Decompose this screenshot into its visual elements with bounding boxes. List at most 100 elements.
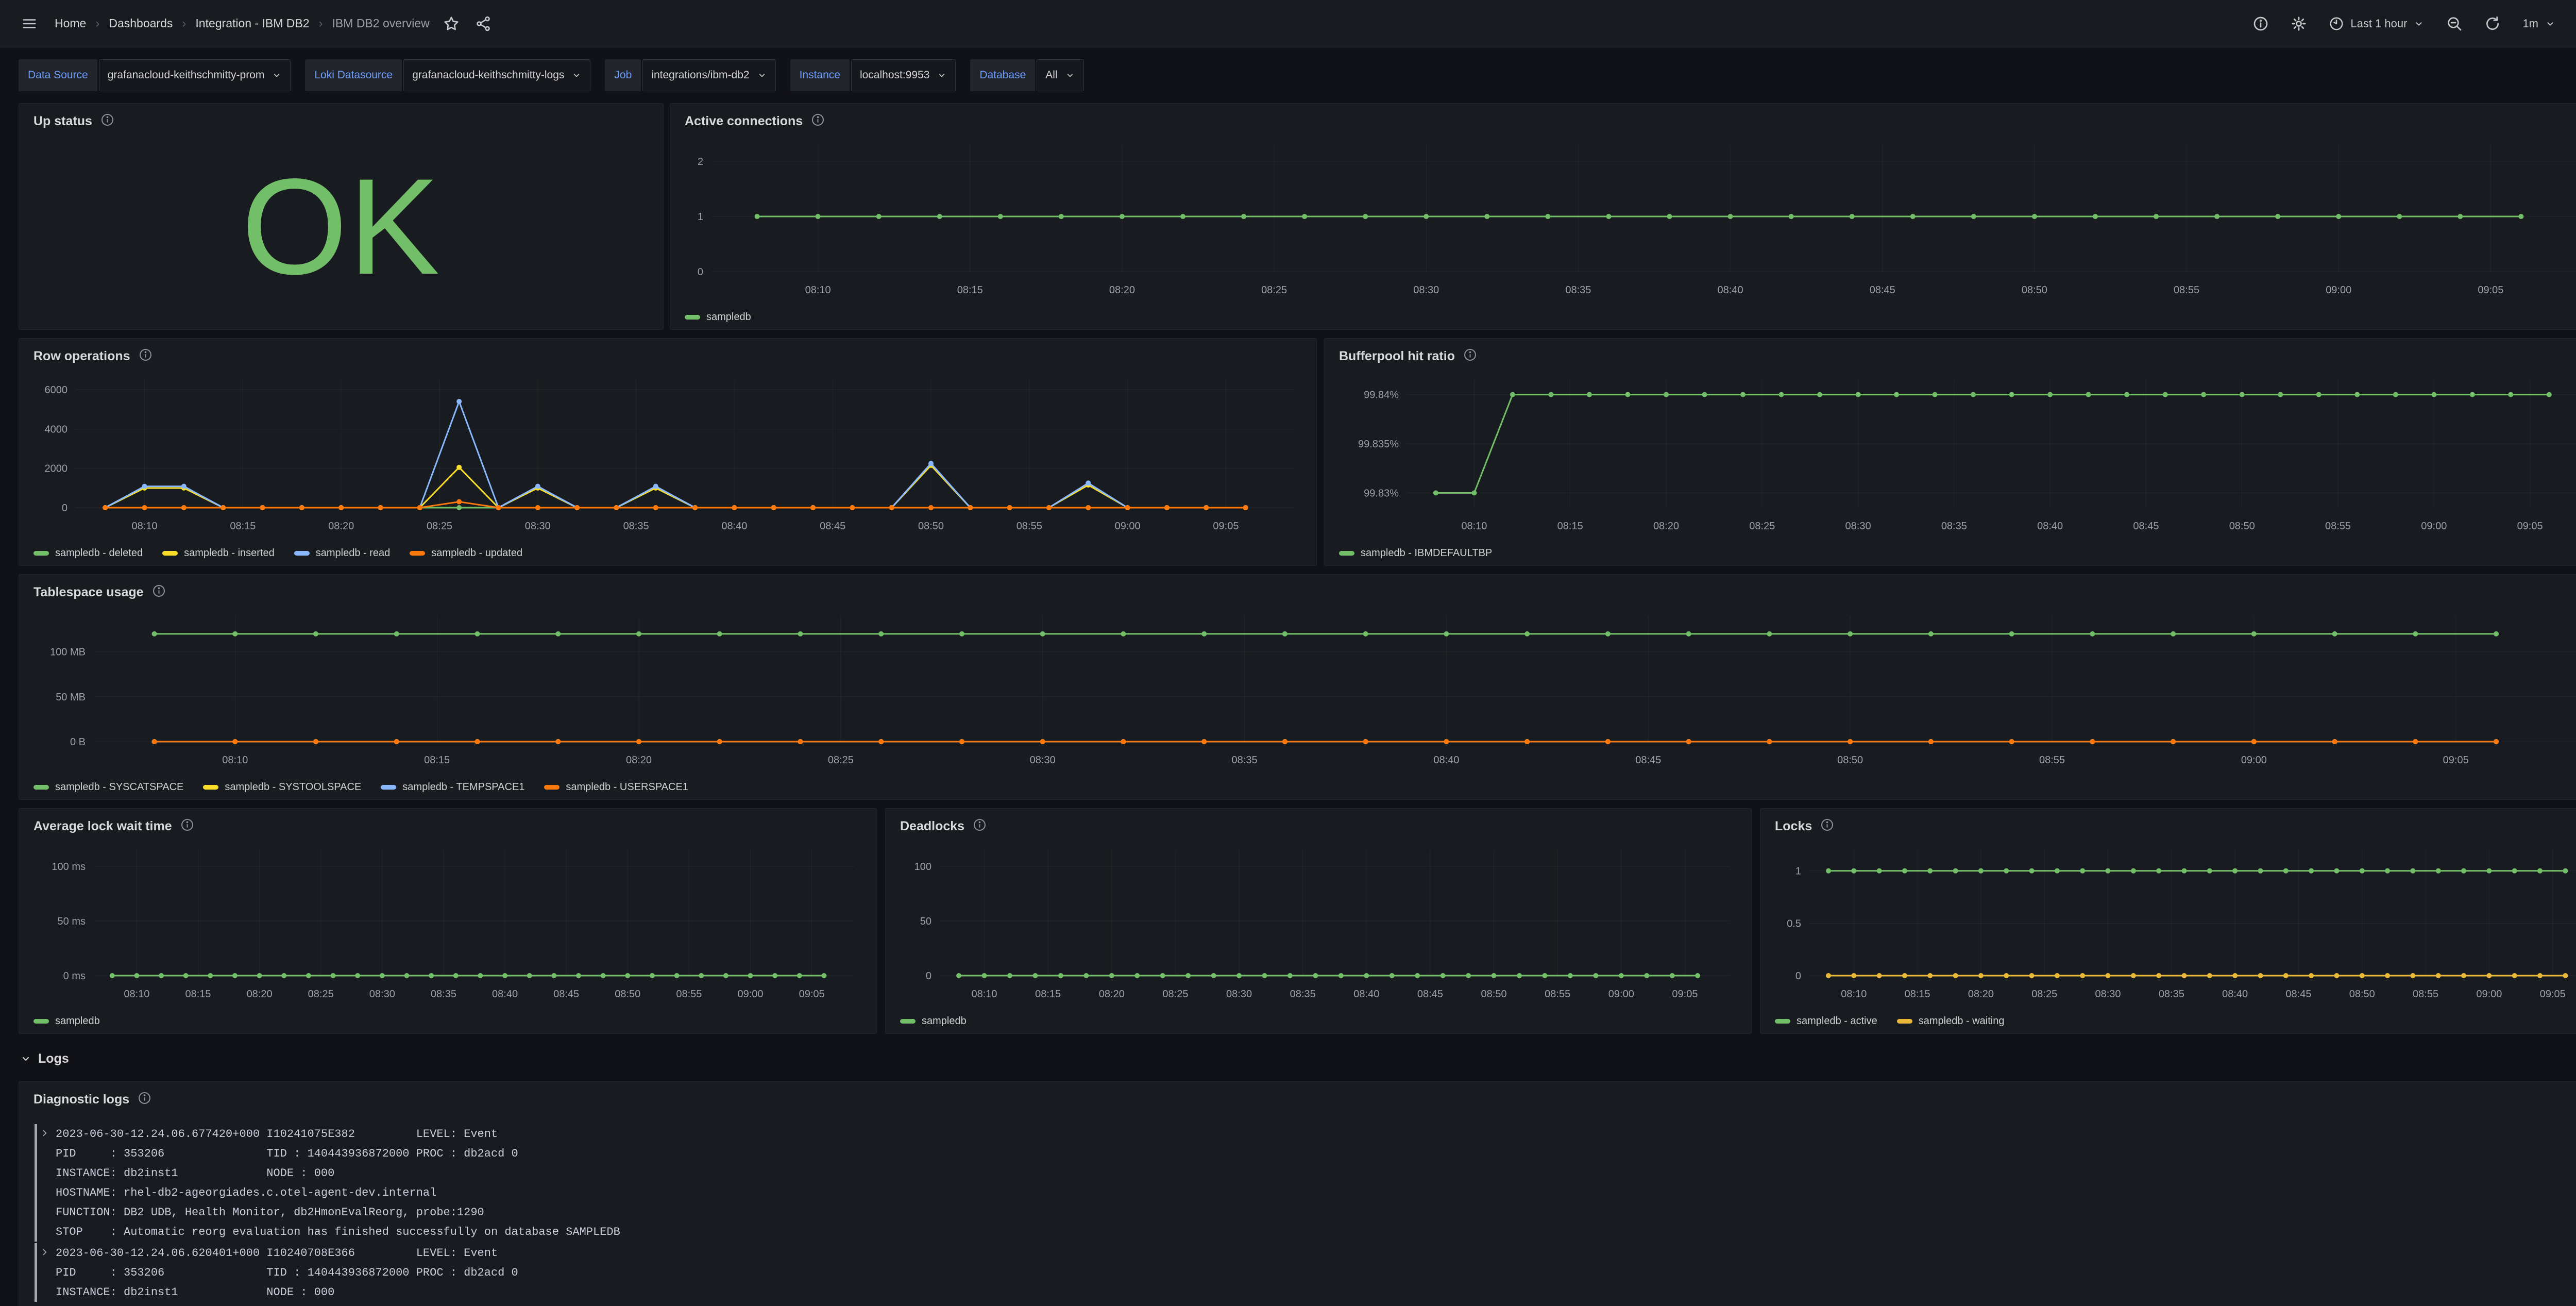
refresh-interval-dropdown[interactable]: 1m <box>2522 17 2556 30</box>
legend-color-pill <box>381 785 396 790</box>
svg-text:08:55: 08:55 <box>2413 989 2438 1000</box>
log-line[interactable]: 2023-06-30-12.24.06.620401+000 I10240708… <box>37 1243 2576 1263</box>
svg-text:08:20: 08:20 <box>1099 989 1125 1000</box>
info-icon[interactable] <box>138 1091 151 1108</box>
data-source-label[interactable]: Data Source <box>19 59 97 91</box>
svg-text:08:25: 08:25 <box>828 755 854 766</box>
loki-datasource-label[interactable]: Loki Datasource <box>305 59 402 91</box>
info-circle-icon[interactable] <box>2252 15 2269 32</box>
zoom-out-icon[interactable] <box>2446 15 2463 32</box>
info-icon[interactable] <box>152 584 166 600</box>
svg-text:99.835%: 99.835% <box>1358 439 1399 450</box>
svg-text:09:00: 09:00 <box>2326 284 2351 296</box>
panel-title[interactable]: Bufferpool hit ratio <box>1339 349 1455 364</box>
refresh-icon[interactable] <box>2484 15 2501 32</box>
legend-item[interactable]: sampledb - deleted <box>33 547 143 559</box>
job-label[interactable]: Job <box>605 59 641 91</box>
panel-title[interactable]: Tablespace usage <box>33 585 144 600</box>
log-line[interactable]: 2023-06-30-12.24.06.677420+000 I10241075… <box>37 1124 2576 1144</box>
top-nav-right: Last 1 hour 1m <box>2252 13 2576 35</box>
legend-item[interactable]: sampledb <box>33 1015 100 1027</box>
info-icon[interactable] <box>1820 818 1834 834</box>
svg-text:08:45: 08:45 <box>553 989 579 1000</box>
job-value-dropdown[interactable]: integrations/ibm-db2 <box>642 59 775 91</box>
breadcrumb: Home › Dashboards › Integration - IBM DB… <box>55 16 430 31</box>
logs-section-toggle[interactable]: Logs <box>20 1044 69 1073</box>
share-icon[interactable] <box>475 15 492 32</box>
legend-item[interactable]: sampledb - SYSCATSPACE <box>33 781 183 793</box>
svg-text:08:50: 08:50 <box>1481 989 1507 1000</box>
dashboard-variables: Data Source grafanacloud-keithschmitty-p… <box>0 47 2576 103</box>
legend-item[interactable]: sampledb <box>900 1015 967 1027</box>
legend-item[interactable]: sampledb - waiting <box>1897 1015 2005 1027</box>
expand-log-icon[interactable] <box>39 1128 50 1143</box>
hamburger-menu-icon[interactable] <box>22 16 37 31</box>
info-icon[interactable] <box>973 818 987 834</box>
locks-chart[interactable]: 08:1008:1508:2008:2508:3008:3508:4008:45… <box>1766 841 2576 1003</box>
average-lock-wait-time-chart[interactable]: 08:1008:1508:2008:2508:3008:3508:4008:45… <box>24 841 868 1003</box>
legend-item[interactable]: sampledb - IBMDEFAULTBP <box>1339 547 1492 559</box>
legend-label: sampledb - read <box>316 547 391 559</box>
legend-item[interactable]: sampledb - active <box>1775 1015 1877 1027</box>
info-icon[interactable] <box>139 348 152 364</box>
database-label[interactable]: Database <box>970 59 1035 91</box>
instance-label[interactable]: Instance <box>790 59 850 91</box>
svg-text:08:15: 08:15 <box>185 989 211 1000</box>
svg-text:08:20: 08:20 <box>1109 284 1135 296</box>
breadcrumb-dashboards[interactable]: Dashboards <box>109 16 173 30</box>
legend-item[interactable]: sampledb - SYSTOOLSPACE <box>203 781 361 793</box>
legend-color-pill <box>1775 1019 1790 1024</box>
panel-title[interactable]: Average lock wait time <box>33 819 172 834</box>
log-line: PID : 353206 TID : 140443936872000 PROC … <box>37 1144 2576 1163</box>
row-operations-chart[interactable]: 08:1008:1508:2008:2508:3008:3508:4008:45… <box>24 371 1308 535</box>
data-source-value: grafanacloud-keithschmitty-prom <box>108 69 265 81</box>
svg-text:08:50: 08:50 <box>918 521 944 532</box>
panel-title[interactable]: Row operations <box>33 349 130 364</box>
info-icon[interactable] <box>811 113 825 129</box>
info-icon[interactable] <box>1463 348 1477 364</box>
time-range-picker[interactable]: Last 1 hour <box>2329 16 2425 31</box>
panel-title[interactable]: Active connections <box>685 114 803 129</box>
svg-text:50 MB: 50 MB <box>56 692 86 703</box>
data-source-value-dropdown[interactable]: grafanacloud-keithschmitty-prom <box>99 59 291 91</box>
database-value-dropdown[interactable]: All <box>1037 59 1083 91</box>
panel-title[interactable]: Diagnostic logs <box>33 1092 129 1107</box>
legend-label: sampledb - deleted <box>55 547 143 559</box>
panel-bufferpool-hit-ratio: Bufferpool hit ratio 08:1008:1508:2008:2… <box>1324 338 2576 566</box>
legend-item[interactable]: sampledb - updated <box>410 547 522 559</box>
svg-text:6000: 6000 <box>45 384 68 396</box>
chevron-down-icon <box>2413 18 2425 29</box>
breadcrumb-folder[interactable]: Integration - IBM DB2 <box>195 16 309 30</box>
svg-text:08:55: 08:55 <box>2039 755 2065 766</box>
svg-text:08:45: 08:45 <box>1417 989 1443 1000</box>
active-connections-chart[interactable]: 08:1008:1508:2008:2508:3008:3508:4008:45… <box>675 136 2576 299</box>
legend-label: sampledb - active <box>1797 1015 1877 1027</box>
svg-text:08:25: 08:25 <box>1162 989 1188 1000</box>
legend-item[interactable]: sampledb - TEMPSPACE1 <box>381 781 524 793</box>
tablespace-usage-chart[interactable]: 08:1008:1508:2008:2508:3008:3508:4008:45… <box>24 607 2576 769</box>
legend-label: sampledb - updated <box>431 547 522 559</box>
legend-color-pill <box>1897 1019 1912 1024</box>
svg-text:08:10: 08:10 <box>124 989 149 1000</box>
expand-log-icon[interactable] <box>39 1247 50 1262</box>
info-icon[interactable] <box>180 818 194 834</box>
breadcrumb-home[interactable]: Home <box>55 16 86 30</box>
deadlocks-chart[interactable]: 08:1008:1508:2008:2508:3008:3508:4008:45… <box>891 841 1743 1003</box>
legend-item[interactable]: sampledb - read <box>294 547 391 559</box>
panel-title[interactable]: Locks <box>1775 819 1812 834</box>
legend-item[interactable]: sampledb <box>685 311 751 323</box>
chart-legend: sampledb - SYSCATSPACE sampledb - SYSTOOL… <box>33 781 688 793</box>
svg-text:08:45: 08:45 <box>1635 755 1661 766</box>
gear-icon[interactable] <box>2291 15 2307 32</box>
bufferpool-hit-ratio-chart[interactable]: 08:1008:1508:2008:2508:3008:3508:4008:45… <box>1330 371 2576 535</box>
legend-item[interactable]: sampledb - USERSPACE1 <box>544 781 688 793</box>
panel-title[interactable]: Deadlocks <box>900 819 964 834</box>
svg-text:08:10: 08:10 <box>1841 989 1867 1000</box>
star-icon[interactable] <box>443 15 460 32</box>
loki-datasource-value-dropdown[interactable]: grafanacloud-keithschmitty-logs <box>403 59 590 91</box>
svg-text:08:50: 08:50 <box>1837 755 1863 766</box>
instance-value-dropdown[interactable]: localhost:9953 <box>851 59 956 91</box>
legend-item[interactable]: sampledb - inserted <box>162 547 275 559</box>
log-text: HOSTNAME: rhel-db2-ageorgiades.c.otel-ag… <box>56 1186 436 1199</box>
svg-text:08:15: 08:15 <box>230 521 256 532</box>
